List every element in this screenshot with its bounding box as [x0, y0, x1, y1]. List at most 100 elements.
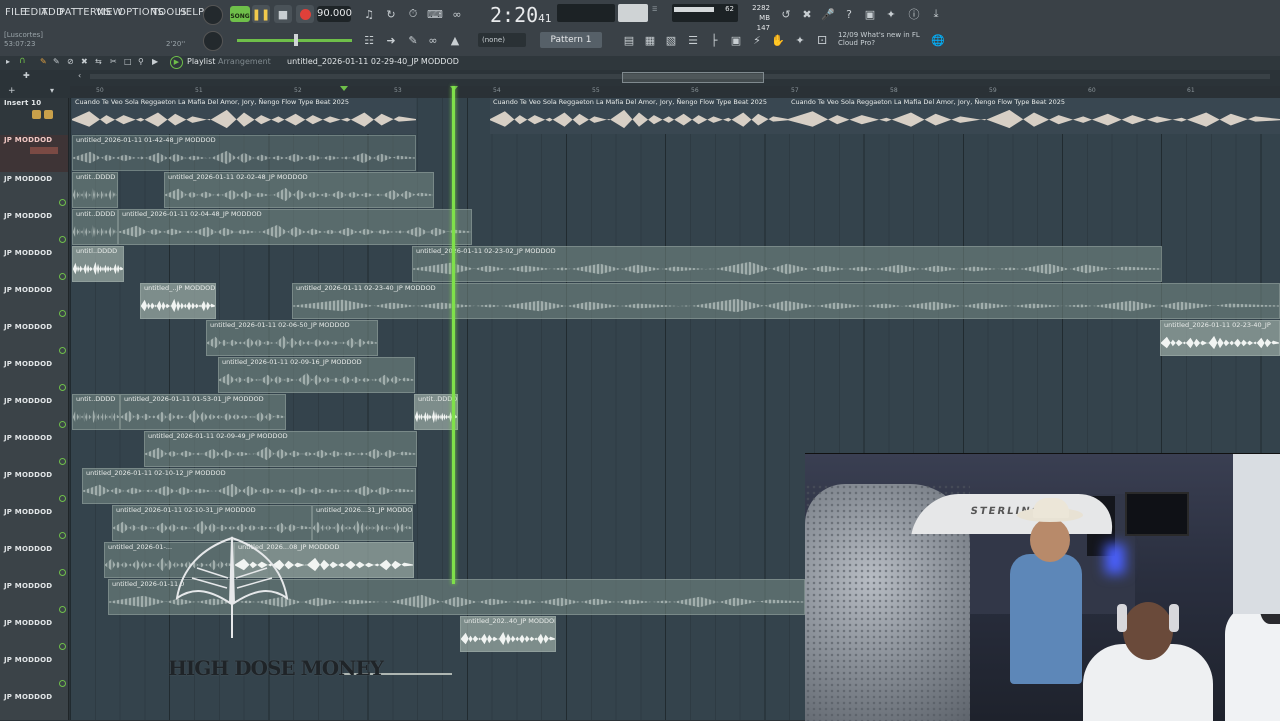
audio-clip[interactable]: untitled_2026-01-11 02-10-12_JP MODDOD: [82, 468, 416, 504]
main-pitch-knob[interactable]: [203, 31, 223, 51]
countdown-button[interactable]: ⏱: [404, 5, 422, 23]
record-button[interactable]: [296, 5, 314, 23]
playhead[interactable]: [452, 86, 455, 584]
undo-button[interactable]: ↺: [777, 5, 795, 23]
typing-keyboard-button[interactable]: ⌨: [426, 5, 444, 23]
track-header-10[interactable]: JP MODDOD: [0, 468, 68, 505]
track-header-4[interactable]: JP MODDOD: [0, 246, 68, 283]
track-led-icon[interactable]: [59, 569, 66, 576]
info-button[interactable]: ⓘ: [905, 5, 923, 23]
select-tool-icon[interactable]: □: [124, 57, 132, 66]
track-header-0[interactable]: Insert 10: [0, 98, 68, 135]
main-volume-knob[interactable]: [203, 5, 223, 25]
track-header-14[interactable]: JP MODDOD: [0, 616, 68, 653]
track-header-16[interactable]: JP MODDOD: [0, 690, 68, 720]
step-seq-button[interactable]: ▦: [641, 31, 659, 49]
track-led-icon[interactable]: [59, 273, 66, 280]
cut-tool-button[interactable]: ✖: [798, 5, 816, 23]
audio-clip[interactable]: untitled_2026-01-11 02-09-16_JP MODDOD: [218, 357, 415, 393]
loop-start-marker[interactable]: [340, 86, 348, 91]
stamp-button[interactable]: ▲: [446, 31, 464, 49]
audio-clip-master[interactable]: Cuando Te Veo Sola Reggaeton La Mafia De…: [490, 98, 788, 134]
audio-clip[interactable]: untitled_2026-01-11 02-09-49_JP MODDOD: [144, 431, 417, 467]
slip-tool-icon[interactable]: ⇆: [95, 57, 102, 66]
snap-icon[interactable]: ✚: [23, 71, 30, 80]
track-header-11[interactable]: JP MODDOD: [0, 505, 68, 542]
audio-clip[interactable]: untitled_2026...31_JP MODDOD: [312, 505, 413, 541]
pattern-name[interactable]: Pattern 1: [540, 32, 602, 48]
zoom-tool-icon[interactable]: ⚲: [138, 57, 144, 66]
track-led-icon[interactable]: [59, 458, 66, 465]
track-header-12[interactable]: JP MODDOD: [0, 542, 68, 579]
audio-clip[interactable]: untitled_2026-01-11 01-53-01_JP MODDOD: [120, 394, 286, 430]
metronome-button[interactable]: ♫: [360, 5, 378, 23]
arrow-button[interactable]: ➜: [382, 31, 400, 49]
playlist-menu-arrow-icon[interactable]: ▸: [6, 57, 10, 66]
track-led-icon[interactable]: [59, 643, 66, 650]
track-header-6[interactable]: JP MODDOD: [0, 320, 68, 357]
track-header-1[interactable]: JP MODDOD: [0, 135, 68, 172]
plugin-db-button[interactable]: ⚡: [748, 31, 766, 49]
mixer-button[interactable]: ☰: [684, 31, 702, 49]
channel-rack-button[interactable]: ▣: [727, 31, 745, 49]
magnet-icon[interactable]: ∩: [19, 56, 26, 66]
song-mode-toggle[interactable]: SONG: [230, 6, 250, 22]
audio-clip[interactable]: untitled_2026-01-11 02-02-48_JP MODDOD: [164, 172, 434, 208]
track-solo-icon[interactable]: [44, 110, 53, 119]
track-led-icon[interactable]: [59, 384, 66, 391]
track-led-icon[interactable]: [59, 236, 66, 243]
track-mute-icon[interactable]: [32, 110, 41, 119]
track-header-13[interactable]: JP MODDOD: [0, 579, 68, 616]
audio-clip[interactable]: untitled_2026-01-11 02-06-50_JP MODDOD: [206, 320, 378, 356]
audio-clip[interactable]: untit..DDDD: [72, 394, 120, 430]
pattern-selector[interactable]: (none): [478, 33, 526, 47]
sounds-button[interactable]: ✦: [791, 31, 809, 49]
audio-clip[interactable]: untit..DDDD: [72, 172, 118, 208]
mute-tool-icon[interactable]: ✖: [81, 57, 88, 66]
track-led-icon[interactable]: [59, 310, 66, 317]
help-button[interactable]: ?: [840, 5, 858, 23]
pause-button[interactable]: ❚❚: [252, 5, 270, 23]
store-button[interactable]: ⚀: [813, 31, 831, 49]
download-button[interactable]: ⤓: [927, 5, 945, 23]
pencil-button[interactable]: ✎: [404, 31, 422, 49]
tempo-field[interactable]: 90.000: [317, 6, 352, 22]
track-header-15[interactable]: JP MODDOD: [0, 653, 68, 690]
track-header-9[interactable]: JP MODDOD: [0, 431, 68, 468]
save-button[interactable]: ▣: [861, 5, 879, 23]
delete-tool-icon[interactable]: ⊘: [67, 57, 74, 66]
audio-clip[interactable]: untit..DDDD: [72, 209, 118, 245]
audio-clip[interactable]: untitled_..JP MODDOD: [140, 283, 216, 319]
track-led-icon[interactable]: [59, 680, 66, 687]
touch-keyboard-button[interactable]: ✋: [769, 31, 787, 49]
playback-tool-icon[interactable]: ▶: [152, 57, 158, 66]
audio-clip-master[interactable]: Cuando Te Veo Sola Reggaeton La Mafia De…: [72, 98, 416, 134]
audio-clip[interactable]: untitled_2026-01-11 02-04-48_JP MODDOD: [118, 209, 472, 245]
globe-button[interactable]: 🌐: [929, 31, 947, 49]
news-notice[interactable]: 12/09 What's new in FL Cloud Pro?: [838, 31, 920, 47]
audio-clip[interactable]: untitled_202..40_JP MODDOD: [460, 616, 556, 652]
audio-clip[interactable]: untitled_2026-01-11 02-23-02_JP MODDOD: [412, 246, 1162, 282]
master-volume-handle[interactable]: [294, 34, 298, 46]
track-header-3[interactable]: JP MODDOD: [0, 209, 68, 246]
track-led-icon[interactable]: [59, 606, 66, 613]
playlist-button[interactable]: ▤: [620, 31, 638, 49]
track-header-8[interactable]: JP MODDOD: [0, 394, 68, 431]
stop-button[interactable]: ■: [274, 5, 292, 23]
scroll-left-icon[interactable]: ‹: [78, 71, 81, 80]
browser-button[interactable]: ├: [705, 31, 723, 49]
link-button[interactable]: ∞: [424, 31, 442, 49]
wait-input-button[interactable]: ↻: [382, 5, 400, 23]
loop-record-button[interactable]: ∞: [448, 5, 466, 23]
track-led-icon[interactable]: [59, 532, 66, 539]
track-led-icon[interactable]: [59, 199, 66, 206]
audio-clip[interactable]: untitled_2026-01-11 01-42-48_JP MODDOD: [72, 135, 416, 171]
add-track-icon[interactable]: +: [8, 86, 16, 96]
paint-tool-icon[interactable]: ✎: [53, 57, 60, 66]
song-position-display[interactable]: 2:2041: [490, 3, 551, 27]
track-header-7[interactable]: JP MODDOD: [0, 357, 68, 394]
playlist-play-icon[interactable]: ▶: [170, 56, 183, 69]
audio-clip[interactable]: untitled_2026-01-11 02-23-40_JP MODDOD: [292, 283, 1280, 319]
audio-clip-master[interactable]: Cuando Te Veo Sola Reggaeton La Mafia De…: [788, 98, 1280, 134]
slice-tool-icon[interactable]: ✂: [110, 57, 117, 66]
